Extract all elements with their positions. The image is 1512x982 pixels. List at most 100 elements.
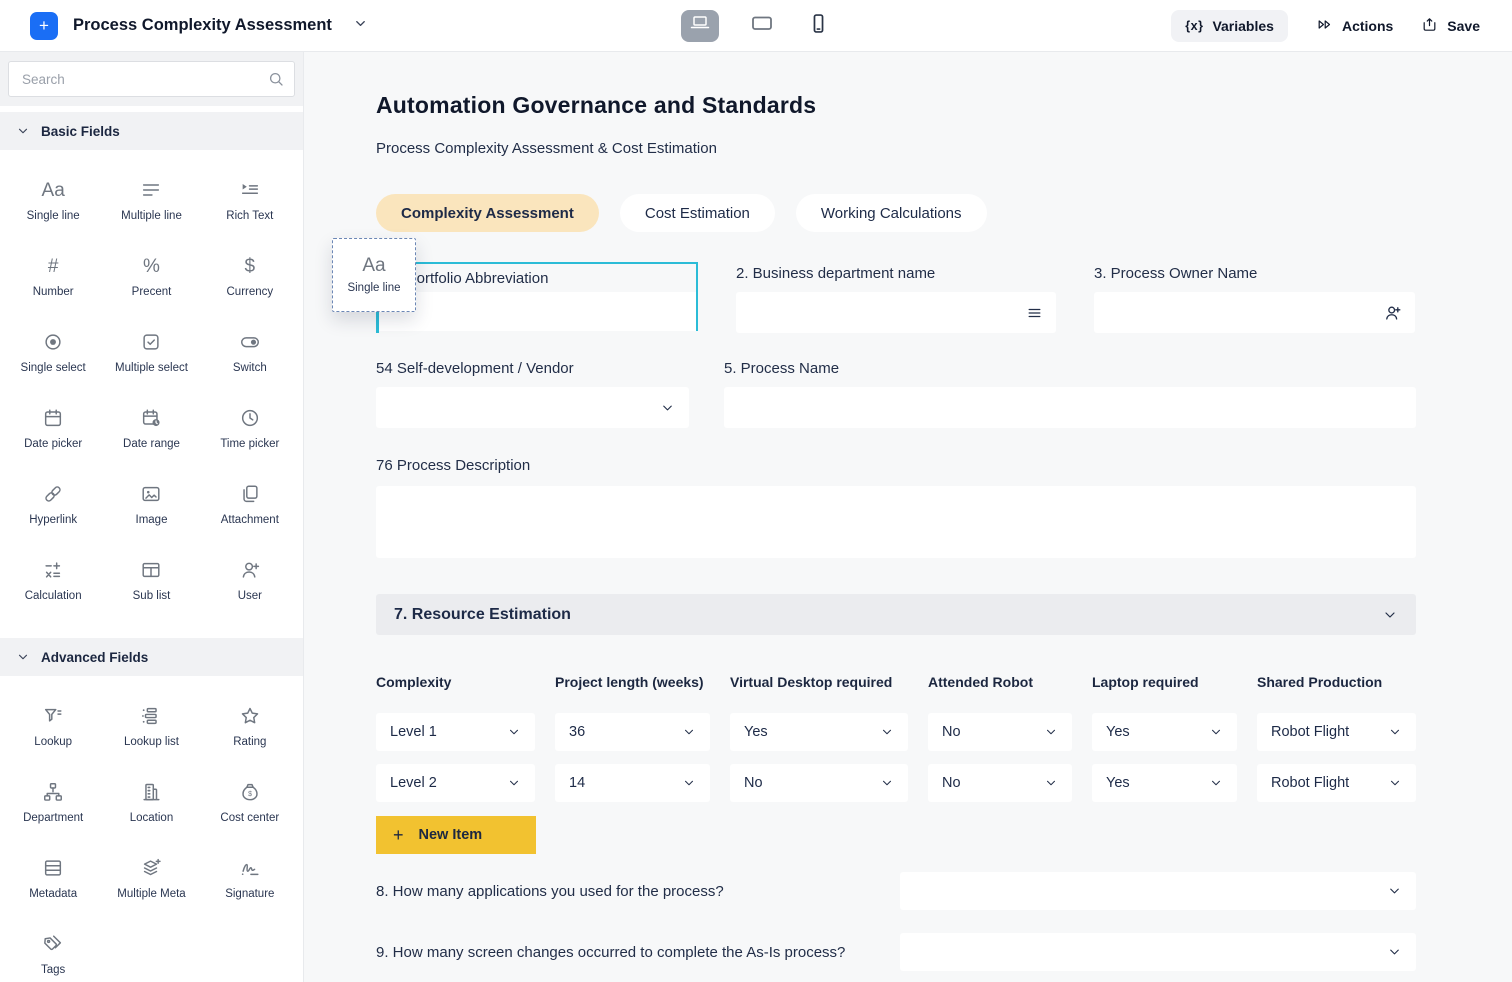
palette-item-multiple-select[interactable]: Multiple select [102,314,200,390]
form-tabs: Complexity Assessment Cost Estimation Work… [376,194,1416,232]
multiple-select-icon [140,330,162,354]
question-row-2: 9. How many screen changes occurred to c… [376,933,1416,971]
portfolio-abbreviation-input[interactable] [378,292,696,331]
section-header-basic-fields[interactable]: Basic Fields [0,112,303,150]
select-virtual-desktop-required-row1[interactable]: Yes [730,713,908,751]
palette-item-label: Rich Text [226,210,273,222]
tab-complexity-assessment[interactable]: Complexity Assessment [376,194,599,232]
palette-item-label: Multiple Meta [117,888,185,900]
select-project-length-weeks-row2[interactable]: 14 [555,764,710,802]
palette-item-date-picker[interactable]: Date picker [4,390,102,466]
chevron-down-icon [16,650,30,664]
palette-item-number[interactable]: #Number [4,238,102,314]
device-mobile-button[interactable] [805,10,831,42]
palette-item-time-picker[interactable]: Time picker [201,390,299,466]
select-value: Level 2 [390,775,437,791]
palette-item-multiple-meta[interactable]: Multiple Meta [102,840,200,916]
form-title-dropdown[interactable] [353,16,368,36]
lookup-list-icon [140,704,162,728]
chevron-down-icon [1382,607,1398,623]
question-select-1[interactable] [900,872,1416,910]
actions-label: Actions [1342,18,1393,34]
resource-estimation-section-header[interactable]: 7. Resource Estimation [376,594,1416,635]
palette-item-location[interactable]: Location [102,764,200,840]
actions-button[interactable]: Actions [1316,16,1393,36]
device-laptop-button[interactable] [681,10,719,42]
select-value: 36 [569,724,585,740]
select-value: No [942,775,961,791]
search-input[interactable] [8,61,295,97]
palette-item-label: Image [136,514,168,526]
question-select-2[interactable] [900,933,1416,971]
palette-item-rating[interactable]: Rating [201,688,299,764]
time-picker-icon [239,406,261,430]
palette-item-metadata[interactable]: Metadata [4,840,102,916]
palette-item-attachment[interactable]: Attachment [201,466,299,542]
column-header-shared-production: Shared Production [1257,674,1416,690]
palette-item-single-line[interactable]: AaSingle line [4,162,102,238]
select-value: Yes [744,724,768,740]
palette-item-sub-list[interactable]: Sub list [102,542,200,618]
field-process-name: 5. Process Name [724,357,1416,428]
business-department-input[interactable] [736,292,1056,333]
palette-item-hyperlink[interactable]: Hyperlink [4,466,102,542]
palette-item-switch[interactable]: Switch [201,314,299,390]
chevron-down-icon [880,776,894,790]
select-attended-robot-row2[interactable]: No [928,764,1072,802]
field-label: 2. Business department name [736,265,1056,282]
new-form-button[interactable]: + [30,12,58,40]
hamburger-icon[interactable] [1026,304,1043,321]
multiple-meta-icon [140,856,162,880]
chevron-down-icon [660,400,675,415]
process-owner-input[interactable] [1094,292,1415,333]
palette-item-rich-text[interactable]: Rich Text [201,162,299,238]
select-virtual-desktop-required-row2[interactable]: No [730,764,908,802]
palette-item-label: Department [23,812,83,824]
palette-item-calculation[interactable]: Calculation [4,542,102,618]
select-laptop-required-row1[interactable]: Yes [1092,713,1237,751]
chevron-down-icon [353,16,368,36]
palette-item-label: Calculation [25,590,82,602]
select-complexity-row2[interactable]: Level 2 [376,764,535,802]
select-laptop-required-row2[interactable]: Yes [1092,764,1237,802]
palette-item-user[interactable]: User [201,542,299,618]
tab-working-calculations[interactable]: Working Calculations [796,194,987,232]
palette-item-multiple-line[interactable]: Multiple line [102,162,200,238]
section-header-advanced-fields[interactable]: Advanced Fields [0,638,303,676]
palette-item-department[interactable]: Department [4,764,102,840]
variables-button[interactable]: {x} Variables [1171,10,1288,42]
palette-item-image[interactable]: Image [102,466,200,542]
tab-cost-estimation[interactable]: Cost Estimation [620,194,775,232]
select-shared-production-row2[interactable]: Robot Flight [1257,764,1416,802]
palette-item-single-select[interactable]: Single select [4,314,102,390]
metadata-icon [42,856,64,880]
currency-icon: $ [245,254,256,278]
palette-item-label: Precent [132,286,172,298]
palette-item-precent[interactable]: %Precent [102,238,200,314]
select-complexity-row1[interactable]: Level 1 [376,713,535,751]
process-name-input[interactable] [724,387,1416,428]
self-development-vendor-select[interactable] [376,387,689,428]
device-tablet-button[interactable] [743,10,781,42]
palette-item-date-range[interactable]: Date range [102,390,200,466]
palette-item-tags[interactable]: Tags [4,916,102,982]
new-item-button[interactable]: + New Item [376,816,536,854]
field-portfolio-abbreviation[interactable]: 1. Portfolio Abbreviation [376,262,698,331]
palette-grid-advanced-fields: Lookup Lookup listRating Department Locatio… [0,676,303,982]
process-description-input[interactable] [376,486,1416,558]
select-attended-robot-row1[interactable]: No [928,713,1072,751]
chevron-down-icon [507,776,521,790]
drag-ghost-single-line[interactable]: Aa Single line [332,238,416,312]
select-project-length-weeks-row1[interactable]: 36 [555,713,710,751]
palette-item-cost-center[interactable]: $Cost center [201,764,299,840]
field-label: 54 Self-development / Vendor [376,360,689,377]
palette-item-currency[interactable]: $Currency [201,238,299,314]
palette-item-lookup[interactable]: Lookup [4,688,102,764]
select-shared-production-row1[interactable]: Robot Flight [1257,713,1416,751]
save-button[interactable]: Save [1421,16,1480,36]
palette-item-label: Lookup [34,736,72,748]
palette-item-lookup-list[interactable]: Lookup list [102,688,200,764]
user-plus-icon[interactable] [1383,303,1402,322]
palette-item-signature[interactable]: Signature [201,840,299,916]
chevron-down-icon [1388,776,1402,790]
